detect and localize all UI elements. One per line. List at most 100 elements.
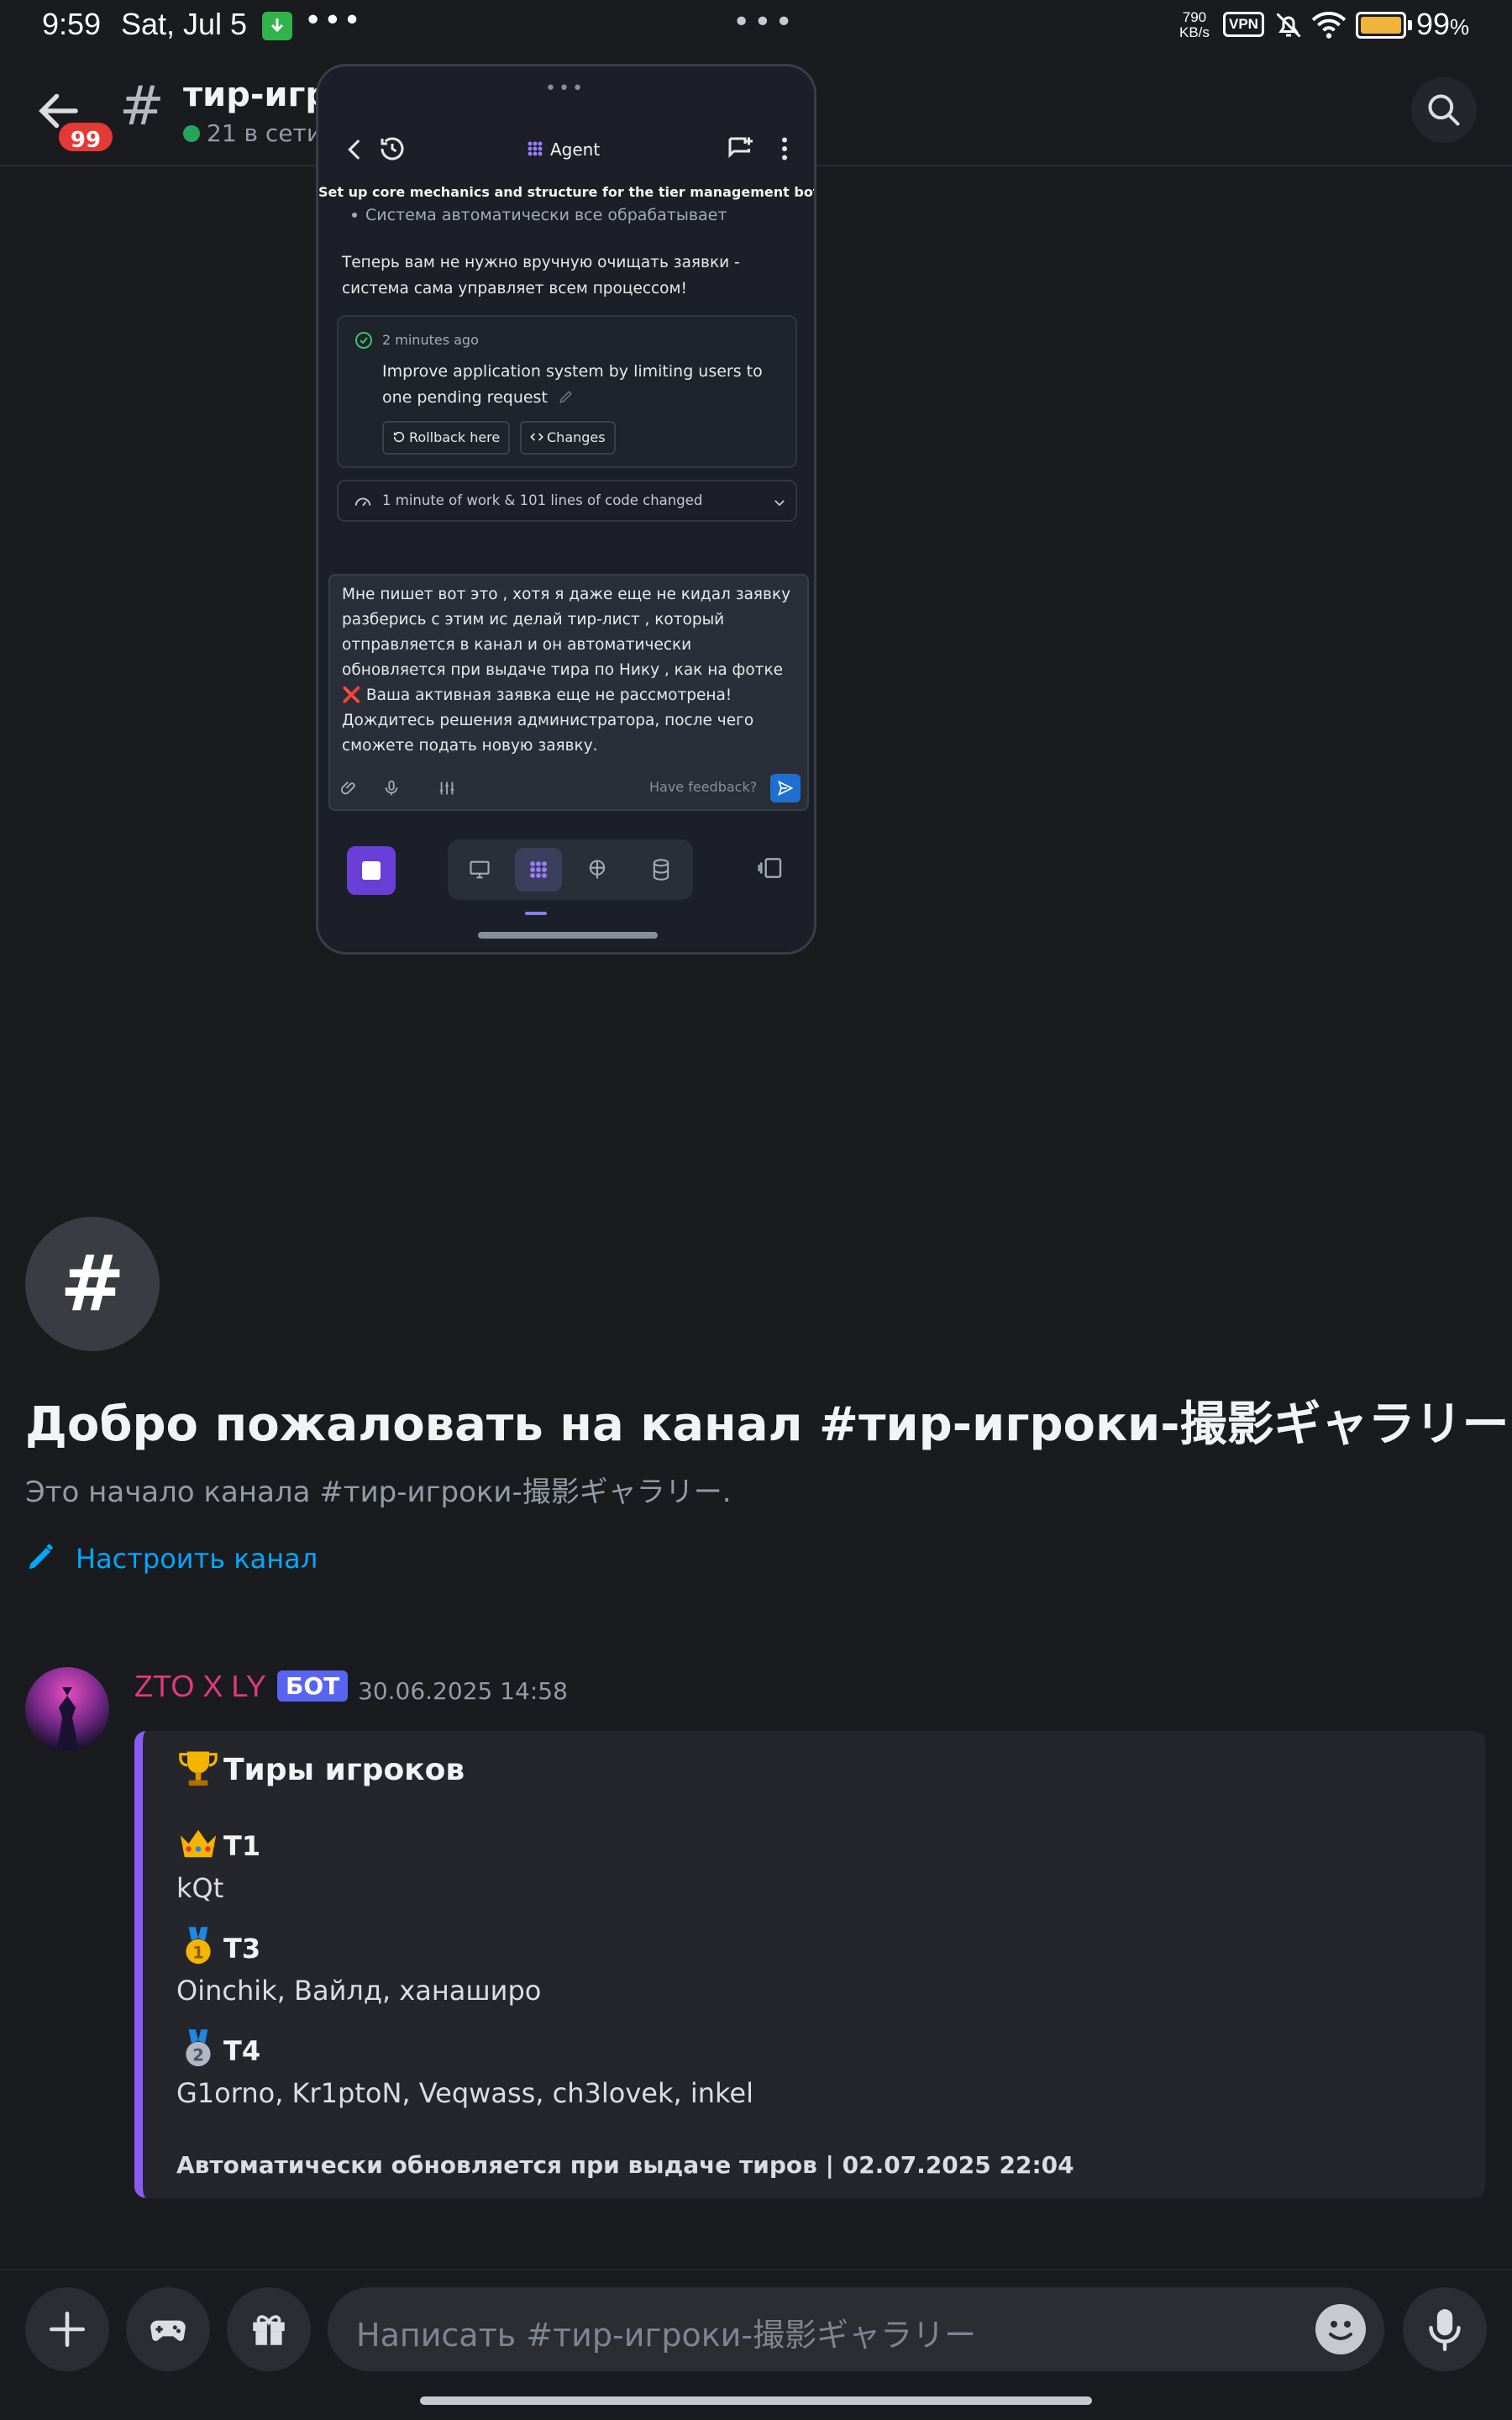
network-speed: 790 KB/s xyxy=(1179,9,1210,40)
voice-message-button[interactable] xyxy=(1403,2287,1487,2371)
agent-prompt-input[interactable]: Мне пишет вот это , хотя я даже еще не к… xyxy=(328,574,809,811)
add-attachment-button[interactable] xyxy=(25,2287,109,2371)
agent-back-button[interactable] xyxy=(340,135,369,167)
tier-name: 2 T4 xyxy=(176,2027,260,2070)
gift-button[interactable] xyxy=(227,2287,311,2371)
rollback-button[interactable]: Rollback here xyxy=(382,421,511,455)
search-icon xyxy=(1428,94,1460,126)
prompt-toolbar: Have feedback? xyxy=(330,772,811,806)
bell-muted-icon xyxy=(1273,10,1304,44)
gift-icon xyxy=(253,2315,285,2345)
tier-name: 1 T3 xyxy=(176,1924,260,1968)
globe-icon xyxy=(589,860,606,879)
new-chat-icon xyxy=(728,137,753,159)
online-dot-icon xyxy=(183,125,200,142)
emoji-button[interactable] xyxy=(1315,2304,1366,2354)
window-home-indicator[interactable] xyxy=(478,932,658,939)
agent-response-text: Теперь вам не нужно вручную очищать заяв… xyxy=(342,254,740,297)
trophy-icon xyxy=(179,1751,218,1786)
tier-players: kQt xyxy=(176,1872,224,1904)
check-circle-icon xyxy=(354,330,374,354)
agent-prompt-text[interactable]: Мне пишет вот это , хотя я даже еще не к… xyxy=(342,582,799,759)
task-title: Set up core mechanics and structure for … xyxy=(318,184,816,200)
tab-deploy[interactable] xyxy=(574,848,621,892)
message-author[interactable]: ZTO X LY xyxy=(134,1669,266,1704)
changes-button[interactable]: Changes xyxy=(520,421,616,455)
new-chat-button[interactable] xyxy=(725,134,755,167)
channel-hash-icon: # xyxy=(119,76,165,138)
gold-medal-icon: 1 xyxy=(186,1927,211,1965)
silver-medal-icon: 2 xyxy=(186,2029,211,2067)
code-icon xyxy=(530,433,543,441)
online-count: 21 в сети xyxy=(183,119,322,147)
tier-players: G1orno, Kr1ptoN, Veqwass, ch3lovek, inke… xyxy=(176,2077,753,2109)
bot-tag: БОТ xyxy=(277,1670,349,1702)
pencil-icon xyxy=(29,1544,54,1570)
active-tab-indicator xyxy=(525,912,547,915)
vpn-icon: VPN xyxy=(1223,12,1264,37)
agent-floating-window[interactable]: ••• Agent Set up core mechanics and stru… xyxy=(316,64,816,955)
setup-channel-link[interactable]: Настроить канал xyxy=(25,1541,318,1575)
checkpoint-text: Improve application system by limiting u… xyxy=(382,362,763,407)
monitor-icon xyxy=(470,860,490,879)
crown-icon xyxy=(180,1829,217,1858)
multiwindow-handle[interactable]: ••• xyxy=(732,5,796,39)
checkpoint-time: 2 minutes ago xyxy=(382,332,479,348)
status-time: 9:59 xyxy=(42,7,102,41)
activities-button[interactable] xyxy=(126,2287,210,2371)
sliders-icon[interactable] xyxy=(438,779,456,801)
microphone-icon[interactable] xyxy=(382,779,401,801)
window-drag-handle[interactable]: ••• xyxy=(545,78,585,99)
work-summary-text: 1 minute of work & 101 lines of code cha… xyxy=(382,492,703,508)
chevron-left-icon xyxy=(348,139,360,160)
agent-logo-icon xyxy=(528,141,543,156)
stop-button[interactable] xyxy=(347,846,396,895)
unread-badge: 99 xyxy=(55,119,116,155)
agent-view-tabs xyxy=(448,839,693,900)
more-vertical-icon xyxy=(782,137,787,160)
avatar-image xyxy=(57,1687,79,1751)
edit-icon[interactable] xyxy=(558,388,575,405)
split-view-button[interactable] xyxy=(755,855,785,885)
tab-preview[interactable] xyxy=(456,848,503,892)
embed-footer: Автоматически обновляется при выдаче тир… xyxy=(176,2151,1074,2179)
agent-title[interactable]: Agent xyxy=(525,139,600,160)
battery-percent: 99% xyxy=(1416,7,1470,41)
message-timestamp: 30.06.2025 14:58 xyxy=(358,1677,568,1705)
work-summary-row[interactable]: 1 minute of work & 101 lines of code cha… xyxy=(337,480,797,522)
tab-database[interactable] xyxy=(638,848,685,892)
feedback-link[interactable]: Have feedback? xyxy=(649,779,757,795)
gauge-icon xyxy=(354,493,372,515)
history-button[interactable] xyxy=(377,134,407,167)
status-bar: 9:59 Sat, Jul 5 ••• ••• 790 KB/s VPN 99% xyxy=(0,0,1512,52)
smiley-icon xyxy=(1329,2321,1352,2340)
chevron-down-icon xyxy=(772,495,787,513)
plus-icon xyxy=(49,2311,86,2348)
paperclip-icon[interactable] xyxy=(340,779,359,801)
search-button[interactable] xyxy=(1411,77,1477,143)
checkpoint-card: 2 minutes ago Improve application system… xyxy=(337,315,797,468)
home-indicator[interactable] xyxy=(420,2396,1092,2405)
agent-logo-icon xyxy=(530,861,547,878)
send-button[interactable] xyxy=(770,774,801,802)
tab-agent[interactable] xyxy=(515,848,562,892)
rollback-icon xyxy=(393,431,405,443)
status-more-icon: ••• xyxy=(304,3,363,38)
message-input[interactable]: Написать #тир-игроки-撮影ギャラリー xyxy=(328,2287,1384,2371)
history-icon xyxy=(381,137,404,160)
wifi-icon xyxy=(1310,10,1347,44)
tier-players: Oinchik, Вайлд, ханаширо xyxy=(176,1975,542,2007)
svg-text:2: 2 xyxy=(192,2046,204,2065)
status-date: Sat, Jul 5 xyxy=(121,7,248,41)
svg-text:1: 1 xyxy=(192,1944,204,1963)
agent-toolbar: Agent xyxy=(318,117,814,184)
avatar[interactable] xyxy=(25,1667,109,1751)
gamepad-icon xyxy=(150,2320,186,2341)
bullet-item: Система автоматически все обрабатывает xyxy=(351,206,727,224)
channel-title[interactable]: тир-игр xyxy=(183,76,329,114)
split-view-icon xyxy=(758,858,782,878)
agent-menu-button[interactable] xyxy=(772,134,797,167)
battery-icon xyxy=(1356,12,1406,39)
send-icon xyxy=(778,780,794,797)
database-icon xyxy=(653,859,669,881)
